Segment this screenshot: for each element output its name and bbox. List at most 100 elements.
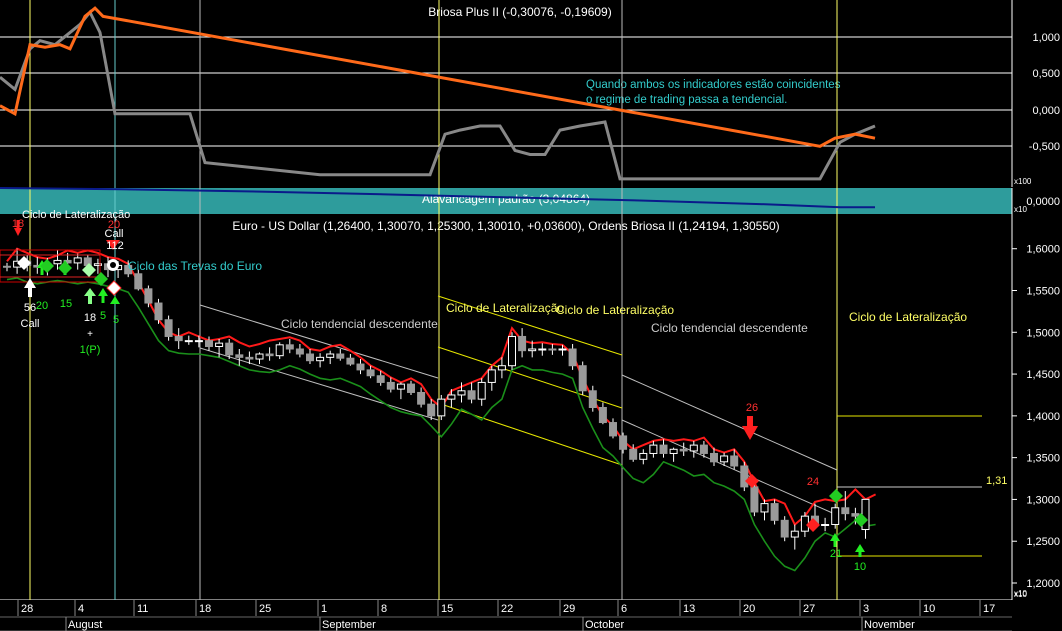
day-tick-label: 17 xyxy=(983,603,995,615)
candle-body xyxy=(548,348,557,351)
x-axis-scale-label: x10 xyxy=(1014,590,1027,599)
candle-body xyxy=(730,455,739,467)
osc-scale-label: x100 xyxy=(1014,177,1032,186)
signal-label: + xyxy=(87,329,93,340)
candle-body xyxy=(275,344,284,357)
candle-body xyxy=(144,288,153,304)
candle-body xyxy=(639,452,648,460)
candle-body xyxy=(851,513,860,517)
candle-body xyxy=(407,383,415,393)
candle-body xyxy=(164,319,173,337)
candle-body xyxy=(326,353,335,358)
candle-body xyxy=(194,340,203,343)
candle-body xyxy=(659,444,668,454)
candle-body xyxy=(3,265,11,268)
candle-body xyxy=(285,344,294,350)
candle-body xyxy=(487,369,496,383)
candle-body xyxy=(598,407,607,424)
chart-svg: Briosa Plus II (-0,30076, -0,19609) 1,00… xyxy=(0,0,1062,631)
day-tick-label: 6 xyxy=(621,603,627,615)
candle-body xyxy=(366,369,375,377)
candle-body xyxy=(356,363,365,371)
cycle-label: Ciclo tendencial descendente xyxy=(281,317,438,331)
buy-arrow-icon xyxy=(833,540,837,547)
signal-label: 15 xyxy=(60,298,72,310)
signal-label: 21 xyxy=(830,548,842,560)
candle-body xyxy=(396,383,405,390)
candle-body xyxy=(841,507,850,515)
candle-body xyxy=(629,448,638,460)
candle-body xyxy=(174,335,183,342)
cycle-label: Ciclo de Lateralização xyxy=(556,303,674,317)
candle-body xyxy=(508,335,516,367)
day-tick-label: 8 xyxy=(381,603,387,615)
oscillator-note-line-1: Quando ambos os indicadores estão coinci… xyxy=(586,79,841,91)
leverage-panel: Alavancagem padrão (3,04864) 0,0000 x10 xyxy=(0,188,1060,214)
day-tick-label: 22 xyxy=(501,603,513,615)
candle-body xyxy=(710,452,718,463)
candle-body xyxy=(528,348,537,352)
signal-label: 24 xyxy=(807,476,819,488)
candle-body xyxy=(154,302,163,321)
buy-arrow-icon xyxy=(858,551,862,557)
signal-label: 10 xyxy=(854,561,866,573)
oscillator-title: Briosa Plus II (-0,30076, -0,19609) xyxy=(428,5,611,19)
price-tick-label: 1,5000 xyxy=(1026,327,1060,339)
price-tick-label: 1,4000 xyxy=(1026,411,1060,423)
month-label: October xyxy=(585,619,624,631)
signal-label: Call xyxy=(105,228,124,240)
candle-body xyxy=(720,455,729,463)
day-tick-label: 1 xyxy=(321,603,327,615)
price-tick-label: 1,3500 xyxy=(1026,453,1060,465)
day-tick-label: 10 xyxy=(923,603,935,615)
lev-tick-label: 0,0000 xyxy=(1026,196,1060,208)
candle-body xyxy=(467,390,476,400)
price-tick-label: 1,3000 xyxy=(1026,494,1060,506)
price-tick-label: 1,2000 xyxy=(1026,578,1060,590)
signal-label: 5 xyxy=(100,310,106,322)
candle-body xyxy=(316,356,325,362)
candle-body xyxy=(205,340,213,347)
candle-body xyxy=(831,507,840,525)
month-label: August xyxy=(68,619,102,631)
candle-body xyxy=(184,340,193,343)
candle-body xyxy=(215,342,224,347)
candle-body xyxy=(780,519,789,538)
candle-body xyxy=(679,448,688,452)
candle-body xyxy=(245,356,254,360)
price-level-label: 1,31 xyxy=(986,475,1007,487)
signal-label: 112 xyxy=(106,240,124,252)
candle-body xyxy=(306,353,314,362)
sell-arrow-icon xyxy=(747,416,753,427)
cycle-label: Ciclo de Lateralização xyxy=(22,209,130,221)
month-label: September xyxy=(322,619,376,631)
signal-label: 18 xyxy=(84,312,96,324)
candle-body xyxy=(437,398,446,417)
candle-body xyxy=(619,435,628,450)
day-tick-label: 27 xyxy=(803,603,815,615)
signal-label: 26 xyxy=(746,402,758,414)
candle-body xyxy=(427,403,436,417)
price-tick-label: 1,5500 xyxy=(1026,286,1060,298)
candle-body xyxy=(750,486,759,513)
candle-body xyxy=(134,273,143,290)
candle-body xyxy=(255,353,264,360)
cycle-label: Ciclo tendencial descendente xyxy=(651,321,808,335)
candle-body xyxy=(518,335,527,352)
day-tick-label: 29 xyxy=(563,603,575,615)
candle-body xyxy=(417,391,426,405)
candle-body xyxy=(235,354,244,358)
candle-body xyxy=(73,257,82,264)
day-tick-label: 28 xyxy=(21,603,33,615)
price-title: Euro - US Dollar (1,26400, 1,30070, 1,25… xyxy=(232,219,779,233)
buy-arrow-icon xyxy=(88,295,92,304)
day-tick-label: 11 xyxy=(137,603,148,615)
month-label: November xyxy=(864,619,915,631)
candle-body xyxy=(477,381,486,400)
oscillator-note-line-2: o regime de trading passa a tendencial. xyxy=(586,94,787,106)
osc-tick-label: -0,500 xyxy=(1029,141,1060,153)
day-tick-label: 18 xyxy=(199,603,211,615)
chart-window: Briosa Plus II (-0,30076, -0,19609) 1,00… xyxy=(0,0,1062,631)
candle-body xyxy=(568,348,577,367)
signal-label: 20 xyxy=(36,300,48,312)
